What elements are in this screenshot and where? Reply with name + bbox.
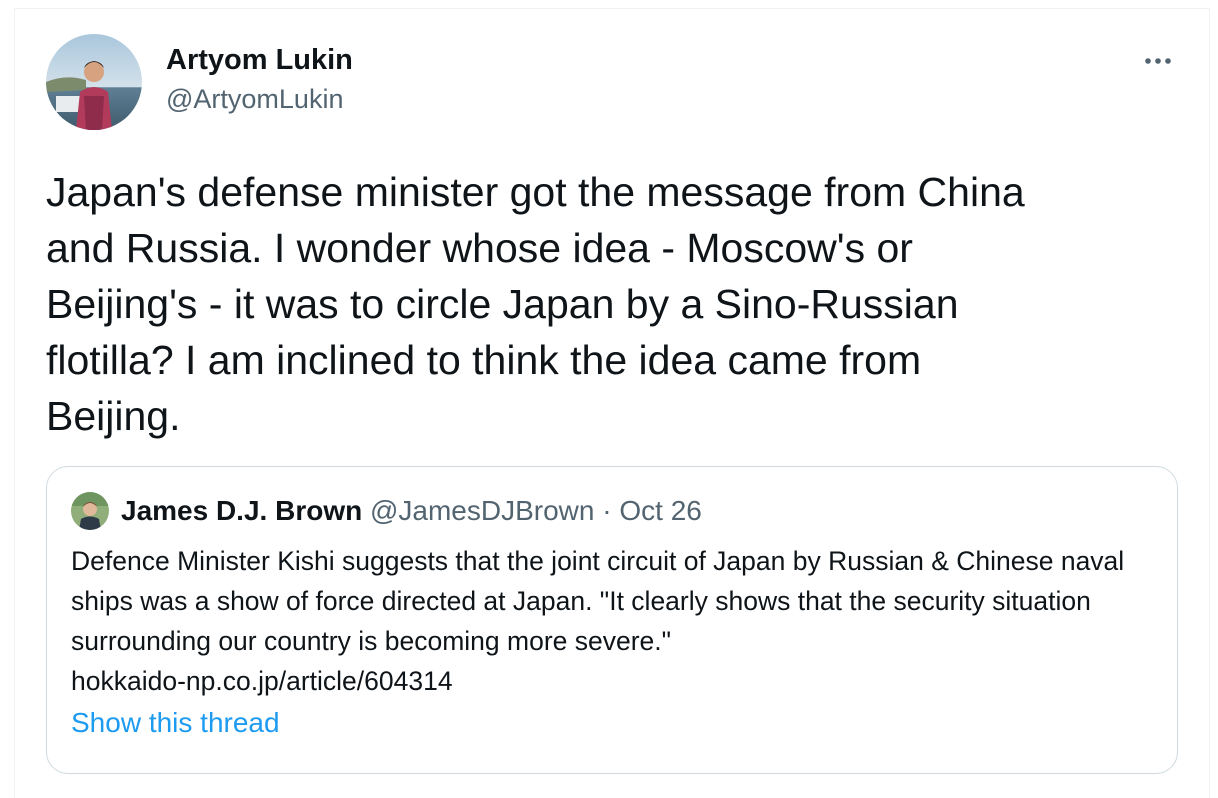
quoted-tweet-date[interactable]: Oct 26	[619, 495, 701, 526]
show-thread-link[interactable]: Show this thread	[71, 707, 280, 739]
header-separator: ·	[602, 495, 612, 526]
author-handle[interactable]: @ArtyomLukin	[166, 84, 343, 115]
quoted-tweet[interactable]: James D.J. Brown @JamesDJBrown · Oct 26 …	[46, 466, 1178, 774]
more-options-button[interactable]	[1136, 46, 1180, 76]
avatar-photo-icon	[71, 492, 109, 530]
tweet-text: Japan's defense minister got the message…	[46, 169, 1025, 439]
author-name[interactable]: Artyom Lukin	[166, 44, 353, 77]
quoted-tweet-header: James D.J. Brown @JamesDJBrown · Oct 26	[121, 495, 702, 527]
quoted-tweet-text: Defence Minister Kishi suggests that the…	[71, 546, 1125, 656]
quoted-author-name[interactable]: James D.J. Brown	[121, 495, 362, 526]
quoted-author-handle[interactable]: @JamesDJBrown	[370, 495, 594, 526]
avatar-photo-icon	[46, 34, 142, 130]
author-avatar[interactable]	[46, 34, 142, 130]
quoted-author-avatar[interactable]	[71, 492, 109, 530]
quoted-tweet-link[interactable]: hokkaido-np.co.jp/article/604314	[71, 661, 453, 701]
more-horizontal-icon	[1145, 58, 1171, 64]
